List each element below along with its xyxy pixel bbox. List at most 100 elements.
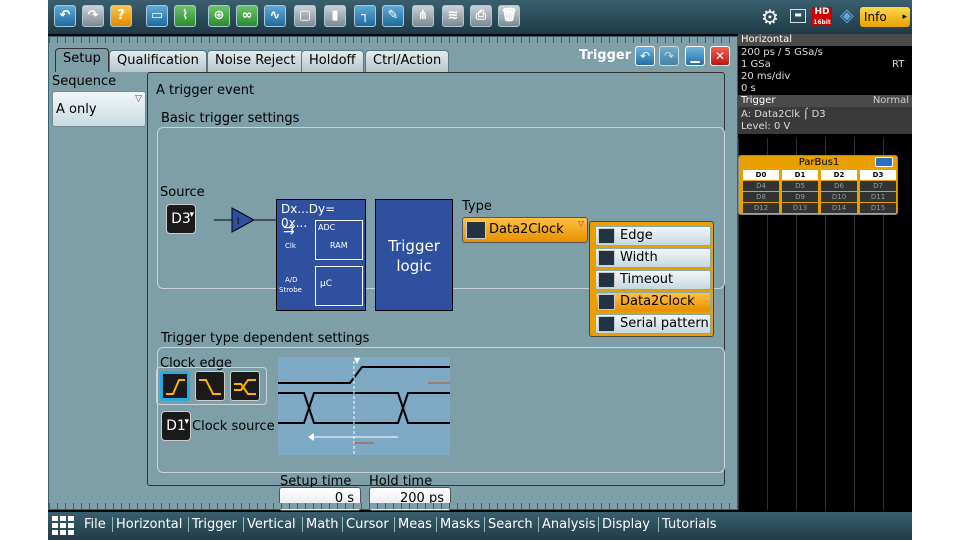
menu-trigger[interactable]: Trigger — [188, 517, 237, 532]
undo-icon[interactable]: ↶ — [635, 46, 655, 66]
rising-edge-button[interactable] — [160, 371, 190, 401]
tab-ctrl-action[interactable]: Ctrl/Action — [365, 50, 450, 72]
trigger-logic-block: Trigger logic — [375, 199, 453, 311]
parbus-cell: D4 — [743, 181, 779, 191]
trigger-header-label: Trigger — [741, 95, 776, 106]
marker-icon[interactable]: ┐ — [354, 5, 376, 27]
menu-item-edge[interactable]: Edge — [595, 226, 711, 246]
menu-item-width[interactable]: Width — [595, 248, 711, 268]
signal-icon[interactable]: ⌇ — [174, 5, 196, 27]
redo-icon[interactable]: ↷ — [82, 5, 104, 27]
dependent-settings-title: Trigger type dependent settings — [161, 331, 370, 346]
source-label: Source — [160, 185, 205, 200]
hd-badge[interactable]: HD 16bit — [812, 7, 832, 26]
parbus-cell: D2 — [821, 170, 857, 180]
open-folder-icon[interactable]: ▭ — [146, 5, 168, 27]
data2clock-icon — [466, 221, 486, 239]
menu-file[interactable]: File — [81, 517, 106, 532]
trigger-channel: D3 — [811, 109, 826, 120]
chevron-right-icon: ▸ — [902, 12, 907, 22]
menu-item-label: Data2Clock — [620, 294, 695, 309]
apps-grid-icon[interactable] — [52, 516, 76, 536]
menu-math[interactable]: Math — [302, 517, 339, 532]
rising-edge-icon — [166, 379, 185, 395]
fft-icon[interactable]: ⋔ — [412, 5, 434, 27]
menu-search[interactable]: Search — [484, 517, 533, 532]
horizontal-header[interactable]: Horizontal — [738, 34, 912, 46]
hz-line: 0 s — [741, 83, 756, 94]
info-button[interactable]: Info ▸ — [860, 7, 910, 27]
timeout-icon — [598, 272, 615, 288]
parbus-cell: D9 — [782, 192, 818, 202]
menu-display[interactable]: Display — [598, 517, 650, 532]
menu-item-label: Timeout — [620, 272, 674, 287]
save-icon[interactable]: ▮ — [324, 5, 346, 27]
parbus-cell: D11 — [860, 192, 896, 202]
protocol-icon[interactable]: ≋ — [442, 5, 464, 27]
clk-label: Clk — [285, 242, 296, 250]
uc-block: µC — [315, 266, 363, 306]
print-icon[interactable]: ⎙ — [470, 5, 492, 27]
ram-label: RAM — [330, 241, 348, 250]
redo-icon[interactable]: ↷ — [659, 46, 679, 66]
adc-label: ADC — [318, 223, 336, 232]
menu-cursor[interactable]: Cursor — [342, 517, 389, 532]
menu-horizontal[interactable]: Horizontal — [112, 517, 182, 532]
undo-icon[interactable]: ↶ — [54, 5, 76, 27]
menu-item-data2clock[interactable]: Data2Clock — [595, 292, 711, 312]
edge-icon — [598, 228, 615, 244]
tab-setup[interactable]: Setup — [55, 48, 109, 72]
delete-icon[interactable]: 🗑 — [498, 5, 520, 27]
zoom-icon[interactable]: ⊕ — [208, 5, 230, 27]
menu-masks[interactable]: Masks — [436, 517, 480, 532]
parbus-widget[interactable]: ParBus1 D0 D1 D2 D3 D4 D5 D6 D7 D8 D9 D10 D11 D12 D13… — [738, 155, 898, 215]
trigger-level: Level: 0 V — [741, 121, 791, 132]
timing-diagram: ▼ — [278, 357, 450, 455]
tab-qualification[interactable]: Qualification — [109, 50, 207, 72]
menu-analysis[interactable]: Analysis — [538, 517, 596, 532]
hz-line: 1 GSa — [741, 59, 771, 70]
menu-tutorials[interactable]: Tutorials — [658, 517, 717, 532]
waveform-icon[interactable]: ∿ — [264, 5, 286, 27]
rs-logo-icon: ◈ — [840, 5, 854, 26]
hz-line: 20 ms/div — [741, 71, 791, 82]
minimize-icon[interactable] — [875, 157, 893, 167]
sequence-select[interactable]: A only ▽ — [52, 91, 146, 127]
info-label: Info — [864, 10, 887, 24]
trigger-header[interactable]: Trigger Normal — [738, 95, 912, 107]
parbus-cell: D0 — [743, 170, 779, 180]
falling-edge-button[interactable] — [195, 371, 225, 401]
tab-holdoff[interactable]: Holdoff — [301, 50, 364, 72]
binoculars-icon[interactable]: ∞ — [236, 5, 258, 27]
menu-item-timeout[interactable]: Timeout — [595, 270, 711, 290]
parbus-cell: D6 — [821, 181, 857, 191]
measure-icon[interactable]: ✎ — [382, 5, 404, 27]
minimize-icon[interactable]: ▁ — [685, 46, 705, 66]
hd-sub-label: 16bit — [813, 19, 831, 26]
clock-source-select[interactable]: D1 ▾ — [161, 411, 191, 441]
width-icon — [598, 250, 615, 266]
help-icon[interactable]: ? — [110, 5, 132, 27]
oscilloscope-screen: ↶ ↷ ? ▭ ⌇ ⊕ ∞ ∿ ▢ ▮ ┐ ✎ ⋔ ≋ ⎙ 🗑 ⚙ ▬ HD 1… — [48, 0, 912, 540]
menu-meas[interactable]: Meas — [394, 517, 432, 532]
menu-item-serial-pattern[interactable]: Serial pattern — [595, 314, 711, 334]
source-select[interactable]: D3 ▾ — [166, 204, 196, 234]
parbus-cell: D10 — [821, 192, 857, 202]
close-icon[interactable]: ✕ — [710, 46, 730, 66]
trigger-dialog: Setup Qualification Noise Reject Holdoff… — [48, 36, 739, 511]
gear-icon[interactable]: ⚙ — [758, 5, 782, 29]
signal-icon-small[interactable]: ▬ — [790, 9, 806, 23]
parbus-cell: D7 — [860, 181, 896, 191]
tab-noise-reject[interactable]: Noise Reject — [207, 50, 304, 72]
ruler-bottom — [49, 503, 739, 509]
sequence-label: Sequence — [52, 74, 117, 89]
trigger-info-box[interactable]: A: Data2Clk ⌠ D3 Level: 0 V — [738, 107, 912, 134]
both-edges-button[interactable] — [230, 371, 260, 401]
parbus-cell: D13 — [782, 203, 818, 213]
trigger-line: A: Data2Clk ⌠ D3 — [741, 109, 826, 120]
hd-label: HD — [814, 7, 830, 17]
type-select[interactable]: Data2Clock ▽ — [462, 217, 588, 243]
ruler-top — [49, 37, 739, 43]
screenshot-icon[interactable]: ▢ — [294, 5, 316, 27]
menu-vertical[interactable]: Vertical — [243, 517, 296, 532]
